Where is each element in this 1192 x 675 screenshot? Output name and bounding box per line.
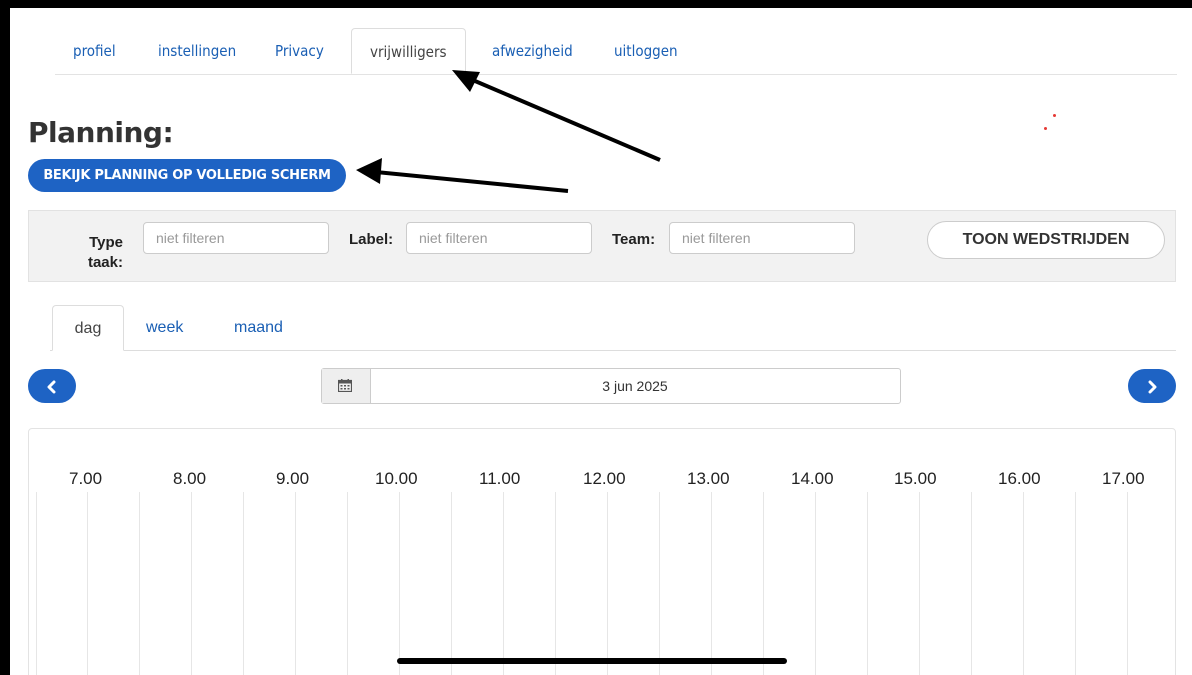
tab-vrijwilligers[interactable]: vrijwilligers bbox=[351, 28, 466, 74]
main-nav-tabs: profiel instellingen Privacy vrijwillige… bbox=[55, 28, 1177, 75]
tab-instellingen[interactable]: instellingen bbox=[158, 28, 236, 74]
tab-uitloggen[interactable]: uitloggen bbox=[614, 28, 678, 74]
hour-label: 7.00 bbox=[69, 469, 103, 488]
timeline-gridline bbox=[919, 492, 920, 675]
timeline-gridline bbox=[763, 492, 764, 675]
timeline-gridline bbox=[503, 492, 504, 675]
filter-bar: Type taak: Label: Team: TOON WEDSTRIJDEN bbox=[28, 210, 1176, 282]
timeline-gridline bbox=[36, 492, 37, 675]
team-filter-label: Team: bbox=[612, 231, 656, 248]
label-filter-label: Label: bbox=[349, 231, 394, 248]
timeline-gridline bbox=[243, 492, 244, 675]
hour-label: 9.00 bbox=[276, 469, 310, 488]
calendar-icon bbox=[338, 379, 352, 392]
page-title: Planning: bbox=[28, 116, 174, 149]
tab-afwezigheid[interactable]: afwezigheid bbox=[492, 28, 573, 74]
timeline-gridline bbox=[191, 492, 192, 675]
timeline-gridline bbox=[347, 492, 348, 675]
tab-week[interactable]: week bbox=[146, 305, 183, 350]
timeline-gridline bbox=[971, 492, 972, 675]
label-filter-input[interactable] bbox=[406, 222, 592, 254]
timeline-gridline bbox=[815, 492, 816, 675]
tab-privacy[interactable]: Privacy bbox=[275, 28, 324, 74]
next-day-button[interactable] bbox=[1128, 369, 1176, 403]
hour-label: 14.00 bbox=[791, 469, 834, 488]
tab-profiel[interactable]: profiel bbox=[73, 28, 116, 74]
timeline-gridline bbox=[711, 492, 712, 675]
date-picker[interactable]: 3 jun 2025 bbox=[321, 368, 901, 404]
timeline-gridline bbox=[607, 492, 608, 675]
timeline-gridline bbox=[399, 492, 400, 675]
team-filter-input[interactable] bbox=[669, 222, 855, 254]
calendar-button[interactable] bbox=[322, 369, 371, 403]
timeline-gridline bbox=[1127, 492, 1128, 675]
page: profiel instellingen Privacy vrijwillige… bbox=[10, 8, 1192, 675]
red-dot-decoration bbox=[1053, 114, 1056, 117]
view-tabs: dag week maand bbox=[50, 305, 1176, 351]
fullscreen-planning-button[interactable]: BEKIJK PLANNING OP VOLLEDIG SCHERM bbox=[28, 159, 346, 192]
timeline-gridline bbox=[139, 492, 140, 675]
hour-label: 17.00 bbox=[1102, 469, 1145, 488]
type-taak-filter-input[interactable] bbox=[143, 222, 329, 254]
chevron-right-icon bbox=[1148, 380, 1157, 394]
hour-label: 8.00 bbox=[173, 469, 207, 488]
hour-label: 11.00 bbox=[479, 469, 521, 488]
toon-wedstrijden-button[interactable]: TOON WEDSTRIJDEN bbox=[927, 221, 1165, 259]
hour-label: 10.00 bbox=[375, 469, 418, 488]
hour-label: 15.00 bbox=[894, 469, 937, 488]
timeline-gridline bbox=[659, 492, 660, 675]
type-taak-label: Type taak: bbox=[87, 234, 123, 271]
selected-date[interactable]: 3 jun 2025 bbox=[370, 369, 900, 403]
day-timeline: 7.00 8.00 9.00 10.00 11.00 12.00 13.00 1… bbox=[28, 428, 1176, 675]
timeline-gridline bbox=[451, 492, 452, 675]
hour-label: 13.00 bbox=[687, 469, 730, 488]
hour-label: 12.00 bbox=[583, 469, 626, 488]
timeline-gridline bbox=[1023, 492, 1024, 675]
chevron-left-icon bbox=[47, 380, 56, 394]
tab-dag[interactable]: dag bbox=[52, 305, 124, 351]
timeline-gridline bbox=[295, 492, 296, 675]
hour-label: 16.00 bbox=[998, 469, 1041, 488]
timeline-gridline bbox=[555, 492, 556, 675]
screen-frame-top bbox=[0, 0, 1192, 8]
home-indicator bbox=[397, 658, 787, 664]
prev-day-button[interactable] bbox=[28, 369, 76, 403]
tab-maand[interactable]: maand bbox=[234, 305, 283, 350]
screen-frame-left bbox=[0, 0, 10, 675]
timeline-gridline bbox=[1075, 492, 1076, 675]
red-dot-decoration bbox=[1044, 127, 1047, 130]
timeline-gridline bbox=[87, 492, 88, 675]
timeline-gridline bbox=[867, 492, 868, 675]
